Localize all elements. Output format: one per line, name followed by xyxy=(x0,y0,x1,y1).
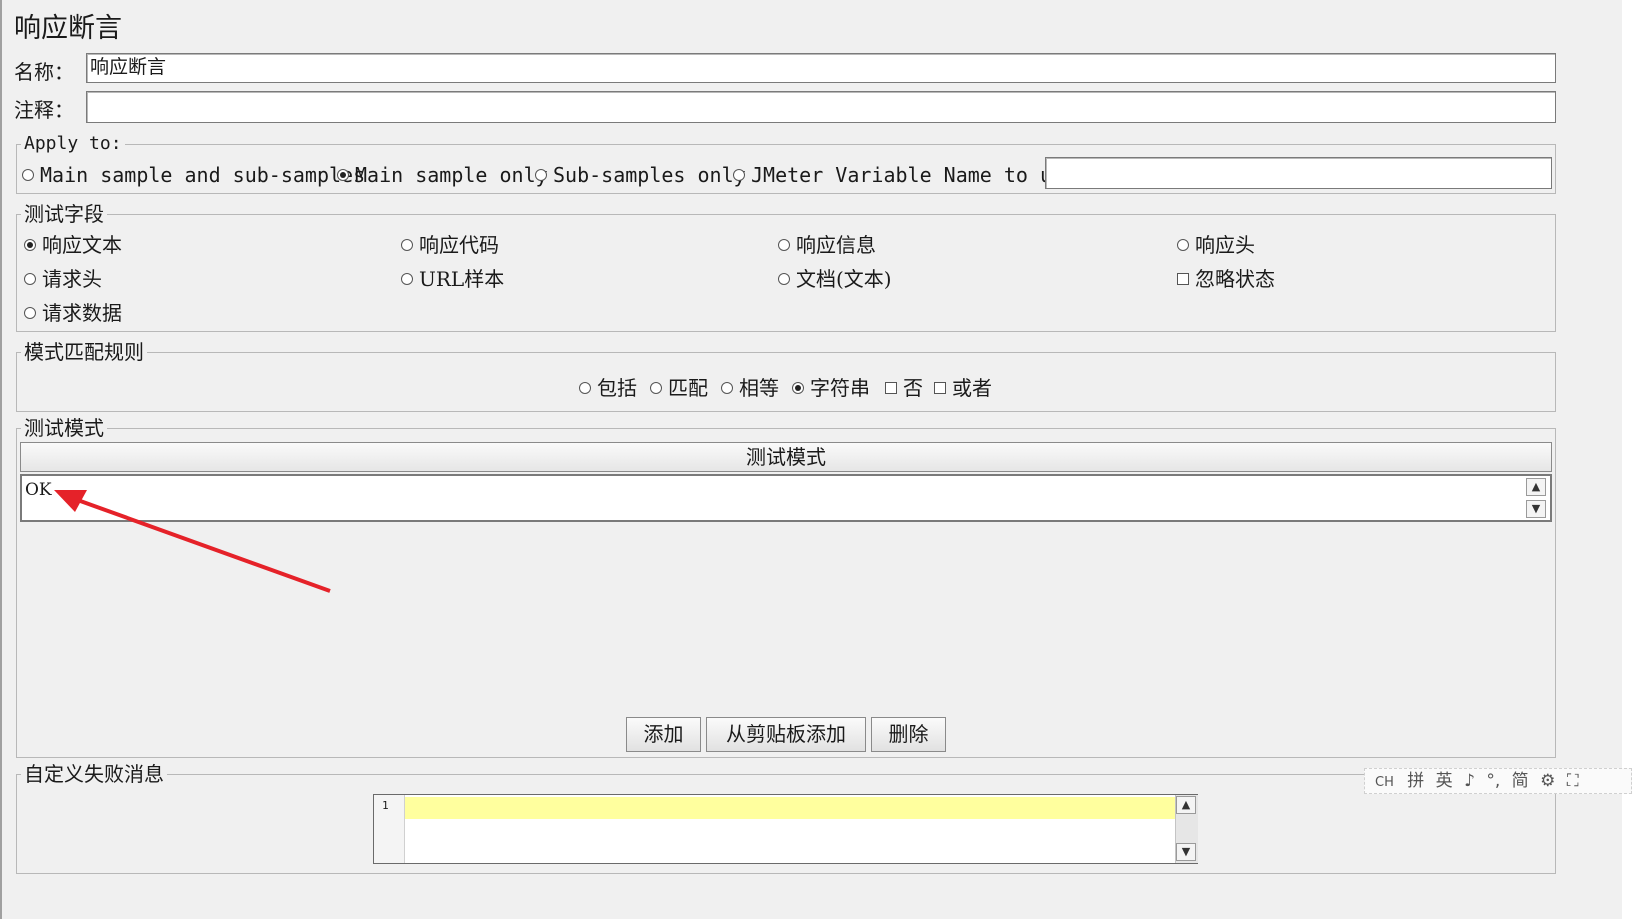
radio-icon xyxy=(721,381,733,394)
add-button[interactable]: 添加 xyxy=(626,717,701,752)
test-patterns-legend: 测试模式 xyxy=(21,415,107,441)
test-patterns-column-header[interactable]: 测试模式 xyxy=(20,442,1552,472)
radio-equals[interactable]: 相等 xyxy=(721,375,779,401)
checkbox-icon xyxy=(934,381,946,394)
radio-icon xyxy=(401,238,413,251)
radio-icon xyxy=(24,272,36,285)
scroll-up-icon[interactable]: ▲ xyxy=(1176,796,1196,814)
radio-document-text[interactable]: 文档(文本) xyxy=(778,266,892,292)
checkbox-icon xyxy=(1177,272,1189,285)
radio-selected-icon xyxy=(792,381,804,394)
pattern-rules-group: 模式匹配规则 xyxy=(16,339,1556,412)
radio-icon xyxy=(733,168,745,181)
radio-icon xyxy=(778,238,790,251)
apply-to-legend: Apply to: xyxy=(21,131,125,157)
radio-response-headers[interactable]: 响应头 xyxy=(1177,232,1255,258)
radio-icon xyxy=(579,381,591,394)
radio-icon xyxy=(1177,238,1189,251)
radio-icon xyxy=(535,168,547,181)
scroll-down-icon[interactable]: ▼ xyxy=(1526,500,1546,518)
radio-icon xyxy=(22,168,34,181)
page-title: 响应断言 xyxy=(14,13,122,44)
ime-music-icon[interactable]: ♪ xyxy=(1464,771,1475,791)
radio-jmeter-variable[interactable]: JMeter Variable Name to use xyxy=(733,162,1076,188)
ime-simplified-icon[interactable]: 简 xyxy=(1512,771,1529,791)
test-field-legend: 测试字段 xyxy=(21,201,107,227)
custom-failure-editor[interactable]: 1 ▲ ▼ xyxy=(373,794,1198,864)
radio-icon xyxy=(401,272,413,285)
add-from-clipboard-button[interactable]: 从剪贴板添加 xyxy=(706,717,866,752)
radio-selected-icon xyxy=(24,238,36,251)
ime-settings-icon[interactable]: ⚙ xyxy=(1540,771,1555,791)
radio-response-text[interactable]: 响应文本 xyxy=(24,232,122,258)
comment-field[interactable] xyxy=(86,91,1556,123)
ime-fullscreen-icon[interactable]: ⛶ xyxy=(1567,771,1579,791)
delete-button[interactable]: 删除 xyxy=(871,717,946,752)
comment-label: 注释： xyxy=(14,98,74,122)
radio-request-headers[interactable]: 请求头 xyxy=(24,266,102,292)
name-field[interactable]: 响应断言 xyxy=(86,53,1556,83)
line-number: 1 xyxy=(382,799,389,812)
radio-matches[interactable]: 匹配 xyxy=(650,375,708,401)
ime-ch-icon[interactable]: CH xyxy=(1375,775,1394,790)
ime-toolbar: CH 拼 英 ♪ °, 简 ⚙ ⛶ xyxy=(1364,768,1632,794)
checkbox-icon xyxy=(885,381,897,394)
radio-icon xyxy=(650,381,662,394)
radio-icon xyxy=(778,272,790,285)
radio-response-code[interactable]: 响应代码 xyxy=(401,232,499,258)
checkbox-not[interactable]: 否 xyxy=(885,375,923,401)
pattern-rules-legend: 模式匹配规则 xyxy=(21,339,147,365)
ime-pinyin-icon[interactable]: 拼 xyxy=(1407,771,1424,791)
custom-failure-legend: 自定义失败消息 xyxy=(21,761,167,787)
radio-icon xyxy=(24,306,36,319)
radio-url-sample[interactable]: URL样本 xyxy=(401,266,504,292)
scroll-down-icon[interactable]: ▼ xyxy=(1176,843,1196,861)
editor-scrollbar[interactable]: ▲ ▼ xyxy=(1175,795,1198,863)
ime-english-icon[interactable]: 英 xyxy=(1436,771,1453,791)
radio-contains[interactable]: 包括 xyxy=(579,375,637,401)
red-arrow-annotation-icon xyxy=(54,490,331,593)
name-label: 名称： xyxy=(14,60,74,84)
radio-substring[interactable]: 字符串 xyxy=(792,375,870,401)
radio-main-and-sub[interactable]: Main sample and sub-samples xyxy=(22,162,365,188)
checkbox-or[interactable]: 或者 xyxy=(934,375,992,401)
ime-punctuation-icon[interactable]: °, xyxy=(1486,771,1500,791)
jmeter-variable-input[interactable] xyxy=(1045,157,1552,189)
radio-sub-only[interactable]: Sub-samples only xyxy=(535,162,746,188)
radio-request-data[interactable]: 请求数据 xyxy=(24,300,122,326)
current-line-highlight xyxy=(405,797,1175,819)
radio-main-only[interactable]: Main sample only xyxy=(337,162,548,188)
radio-response-message[interactable]: 响应信息 xyxy=(778,232,876,258)
checkbox-ignore-status[interactable]: 忽略状态 xyxy=(1177,266,1275,292)
radio-selected-icon xyxy=(337,168,349,181)
scroll-up-icon[interactable]: ▲ xyxy=(1526,478,1546,496)
line-gutter xyxy=(374,795,405,863)
